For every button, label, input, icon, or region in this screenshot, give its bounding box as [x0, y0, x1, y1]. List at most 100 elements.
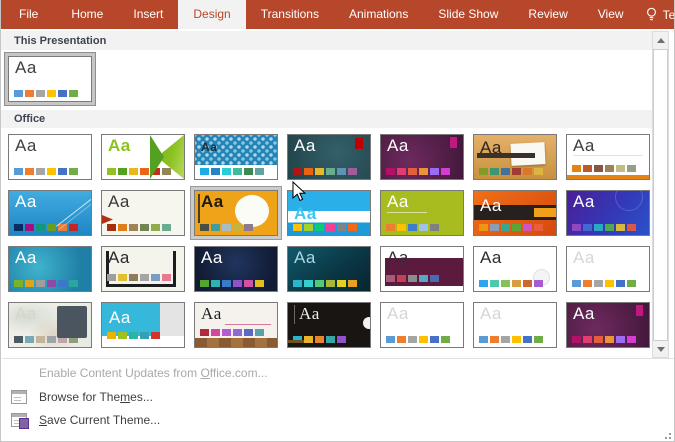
theme-aa-label: Aa — [294, 136, 316, 155]
tab-animations[interactable]: Animations — [334, 0, 423, 29]
theme-thumbnail[interactable]: Aa — [562, 186, 654, 240]
theme-preview: Aa — [566, 190, 650, 236]
save-theme-icon — [11, 413, 29, 429]
theme-aa-label: Aa — [387, 248, 409, 267]
theme-preview: Aa — [194, 190, 278, 236]
theme-preview: Aa — [566, 246, 650, 292]
theme-aa-label: Aa — [480, 196, 502, 215]
theme-preview: Aa — [8, 134, 92, 180]
theme-preview: Aa — [566, 134, 650, 180]
theme-thumbnail[interactable]: Aa — [469, 242, 561, 296]
theme-aa-label: Aa — [573, 136, 595, 155]
theme-swatches — [14, 280, 78, 287]
theme-thumbnail[interactable]: Aa — [376, 130, 468, 184]
browse-for-themes-item[interactable]: Browse for Themes... — [1, 386, 649, 408]
theme-swatches — [386, 275, 439, 282]
theme-swatches — [14, 90, 78, 97]
theme-thumbnail[interactable]: Aa — [562, 242, 654, 296]
theme-preview: Aa — [8, 190, 92, 236]
theme-aa-label: Aa — [387, 304, 409, 323]
tab-view[interactable]: View — [583, 0, 639, 29]
theme-aa-label: Aa — [294, 304, 320, 324]
theme-thumbnail[interactable]: Aa — [283, 242, 375, 296]
theme-swatches — [479, 336, 543, 343]
theme-row: Aa Aa Aa Aa Aa Aa Aa — [4, 130, 654, 184]
theme-thumbnail[interactable]: Aa — [4, 130, 96, 184]
theme-preview: Aa — [380, 190, 464, 236]
theme-aa-label: Aa — [108, 248, 130, 267]
theme-thumbnail[interactable]: Aa — [97, 242, 189, 296]
tell-me-button[interactable]: Tel — [639, 0, 675, 29]
theme-preview: Aa — [473, 190, 557, 236]
enable-content-updates-label: Enable Content Updates from Office.com..… — [39, 366, 268, 380]
theme-aa-label: Aa — [480, 248, 502, 267]
theme-preview: Aa — [473, 302, 557, 348]
theme-thumbnail[interactable]: Aa — [469, 298, 561, 352]
theme-thumbnail[interactable]: Aa — [376, 242, 468, 296]
theme-preview: Aa — [8, 302, 92, 348]
theme-aa-label: Aa — [15, 192, 37, 211]
gallery-footer-divider — [2, 358, 674, 359]
theme-thumbnail[interactable]: Aa — [190, 186, 282, 240]
theme-swatches — [572, 165, 636, 172]
theme-aa-label: Aa — [15, 58, 37, 77]
theme-thumbnail[interactable]: Aa — [562, 298, 654, 352]
office-themes-grid: Aa Aa Aa Aa Aa Aa Aa Aa Aa Aa Aa Aa Aa Aa Aa Aa Aa Aa Aa Aa… — [4, 130, 654, 354]
theme-swatches — [107, 274, 171, 281]
theme-aa-label: Aa — [573, 192, 595, 211]
theme-thumbnail[interactable]: Aa — [190, 130, 282, 184]
ribbon-tab-bar: File Home Insert Design Transitions Animation… — [1, 0, 675, 29]
theme-aa-label: Aa — [201, 192, 224, 211]
theme-swatches — [293, 280, 357, 287]
theme-aa-label: Aa — [294, 248, 316, 267]
theme-aa-label: Aa — [387, 192, 409, 211]
theme-preview: Aa — [566, 302, 650, 348]
tab-insert[interactable]: Insert — [118, 0, 178, 29]
theme-aa-label: Aa — [480, 138, 502, 157]
section-office: Office — [1, 110, 652, 128]
scrollbar-thumb[interactable] — [653, 49, 668, 341]
tab-review[interactable]: Review — [513, 0, 582, 29]
tab-transitions[interactable]: Transitions — [246, 0, 334, 29]
theme-thumbnail[interactable]: Aa — [562, 130, 654, 184]
save-current-theme-item[interactable]: Save Current Theme... — [1, 409, 649, 431]
section-title: Office — [14, 113, 46, 125]
theme-thumbnail[interactable]: Aa — [4, 298, 96, 352]
theme-thumbnail[interactable]: Aa — [469, 186, 561, 240]
gallery-scrollbar[interactable] — [652, 31, 669, 358]
theme-preview: Aa — [287, 246, 371, 292]
theme-thumbnail[interactable]: Aa — [97, 186, 189, 240]
theme-preview: Aa — [287, 134, 371, 180]
tell-me-label: Tel — [662, 7, 675, 22]
theme-thumbnail[interactable]: Aa — [97, 298, 189, 352]
theme-thumbnail[interactable]: Aa — [4, 242, 96, 296]
theme-aa-label: Aa — [387, 136, 409, 155]
scroll-down-button[interactable] — [653, 341, 668, 357]
resize-grip[interactable] — [661, 429, 671, 439]
tab-home[interactable]: Home — [56, 0, 118, 29]
theme-thumbnail[interactable]: Aa — [376, 298, 468, 352]
theme-thumbnail[interactable]: Aa — [190, 242, 282, 296]
theme-preview: Aa — [101, 246, 185, 292]
theme-thumbnail[interactable]: Aa — [4, 186, 96, 240]
theme-thumbnail[interactable]: Aa — [190, 298, 282, 352]
theme-swatches — [479, 280, 543, 287]
theme-swatches — [107, 168, 171, 175]
tab-file[interactable]: File — [1, 0, 56, 29]
theme-thumbnail[interactable]: Aa — [376, 186, 468, 240]
theme-preview: Aa — [380, 302, 464, 348]
theme-swatches — [200, 280, 264, 287]
tab-slide-show[interactable]: Slide Show — [423, 0, 513, 29]
theme-aa-label: Aa — [573, 304, 595, 323]
theme-aa-label: Aa — [108, 136, 131, 155]
theme-thumbnail[interactable]: Aa — [4, 52, 96, 106]
theme-aa-label: Aa — [201, 304, 222, 323]
theme-thumbnail[interactable]: Aa — [469, 130, 561, 184]
theme-thumbnail[interactable]: Aa — [283, 298, 375, 352]
theme-thumbnail[interactable]: Aa — [283, 130, 375, 184]
tab-design[interactable]: Design — [178, 0, 246, 29]
theme-swatches — [14, 224, 78, 231]
scroll-up-button[interactable] — [653, 32, 668, 48]
theme-thumbnail[interactable]: Aa — [97, 130, 189, 184]
themes-gallery-panel: This Presentation Aa Office Aa Aa Aa Aa Aa Aa… — [1, 29, 674, 441]
